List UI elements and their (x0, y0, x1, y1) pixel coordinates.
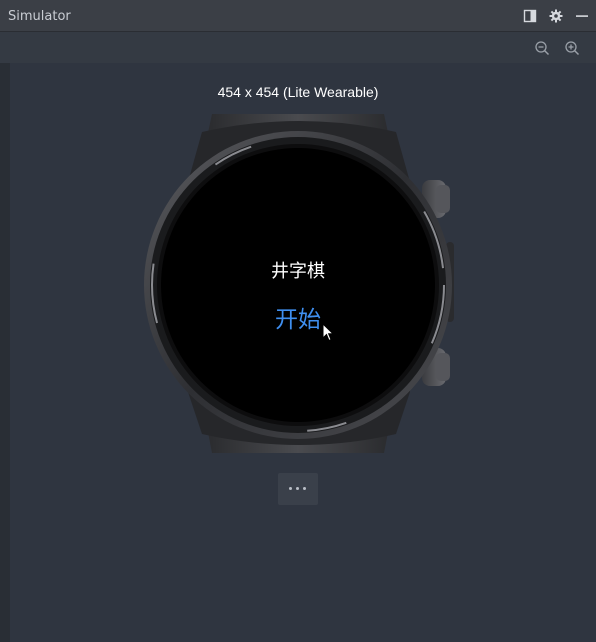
zoom-in-icon[interactable] (564, 40, 580, 56)
gear-icon[interactable] (549, 9, 563, 23)
minimize-icon[interactable] (575, 9, 589, 23)
window-titlebar: Simulator (0, 0, 596, 32)
device-resolution-label: 454 x 454 (Lite Wearable) (217, 84, 379, 100)
app-title: 井字棋 (271, 261, 325, 282)
left-panel-edge (0, 63, 10, 642)
more-dots-icon (289, 487, 292, 490)
window-title: Simulator (8, 9, 71, 24)
watch-screen (161, 148, 435, 422)
more-options-button[interactable] (278, 473, 318, 505)
zoom-out-icon[interactable] (534, 40, 550, 56)
more-dots-icon (303, 487, 306, 490)
simulator-toolbar (0, 32, 596, 63)
start-button[interactable]: 开始 (0, 300, 596, 334)
more-dots-icon (296, 487, 299, 490)
dock-panel-icon[interactable] (523, 9, 537, 23)
smartwatch-device (144, 114, 454, 453)
mouse-cursor-icon (322, 323, 334, 342)
